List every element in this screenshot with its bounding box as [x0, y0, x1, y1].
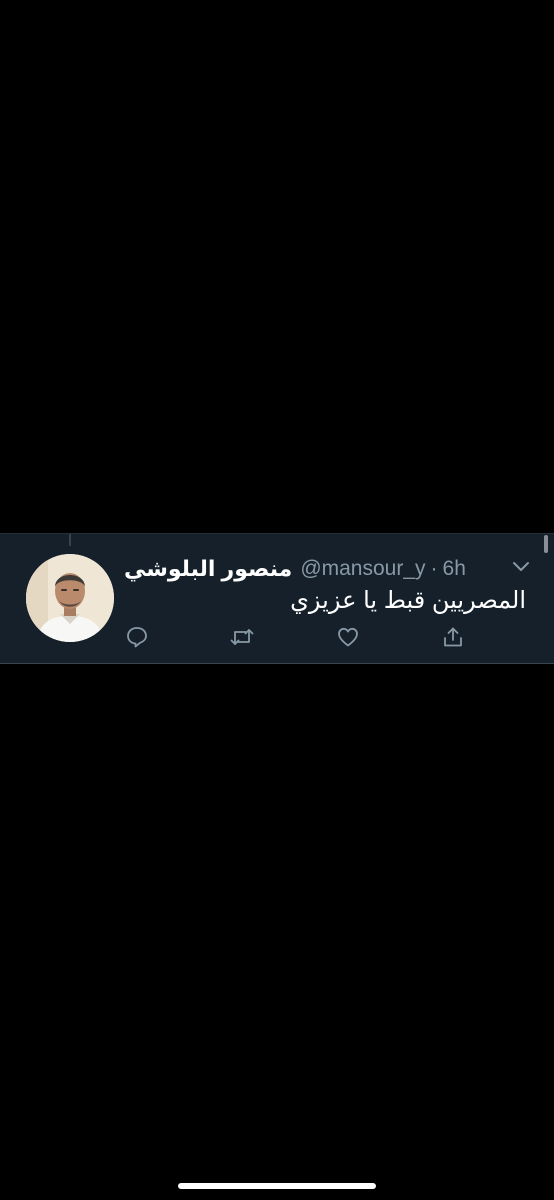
user-handle[interactable]: @mansour_y [300, 557, 425, 580]
thread-connector-line [69, 534, 71, 546]
tweet-header: منصور البلوشي @mansour_y · 6h [124, 552, 486, 586]
share-icon[interactable] [440, 624, 466, 650]
handle-and-time: @mansour_y · 6h [300, 557, 466, 581]
chevron-down-icon[interactable] [510, 556, 532, 578]
avatar[interactable] [26, 554, 114, 642]
display-name[interactable]: منصور البلوشي [124, 556, 292, 582]
tweet-time[interactable]: 6h [443, 557, 466, 580]
tweet-text: المصريين قبط يا عزيزي [290, 587, 526, 614]
separator-dot: · [430, 557, 438, 580]
tweet-actions [124, 624, 484, 650]
retweet-icon[interactable] [229, 624, 255, 650]
heart-icon[interactable] [335, 624, 361, 650]
home-indicator[interactable] [178, 1183, 376, 1189]
reply-icon[interactable] [124, 624, 150, 650]
avatar-portrait [26, 554, 114, 642]
tweet-card[interactable]: منصور البلوشي @mansour_y · 6h المصريين قبط… [0, 533, 554, 664]
scrollbar[interactable] [544, 535, 548, 553]
